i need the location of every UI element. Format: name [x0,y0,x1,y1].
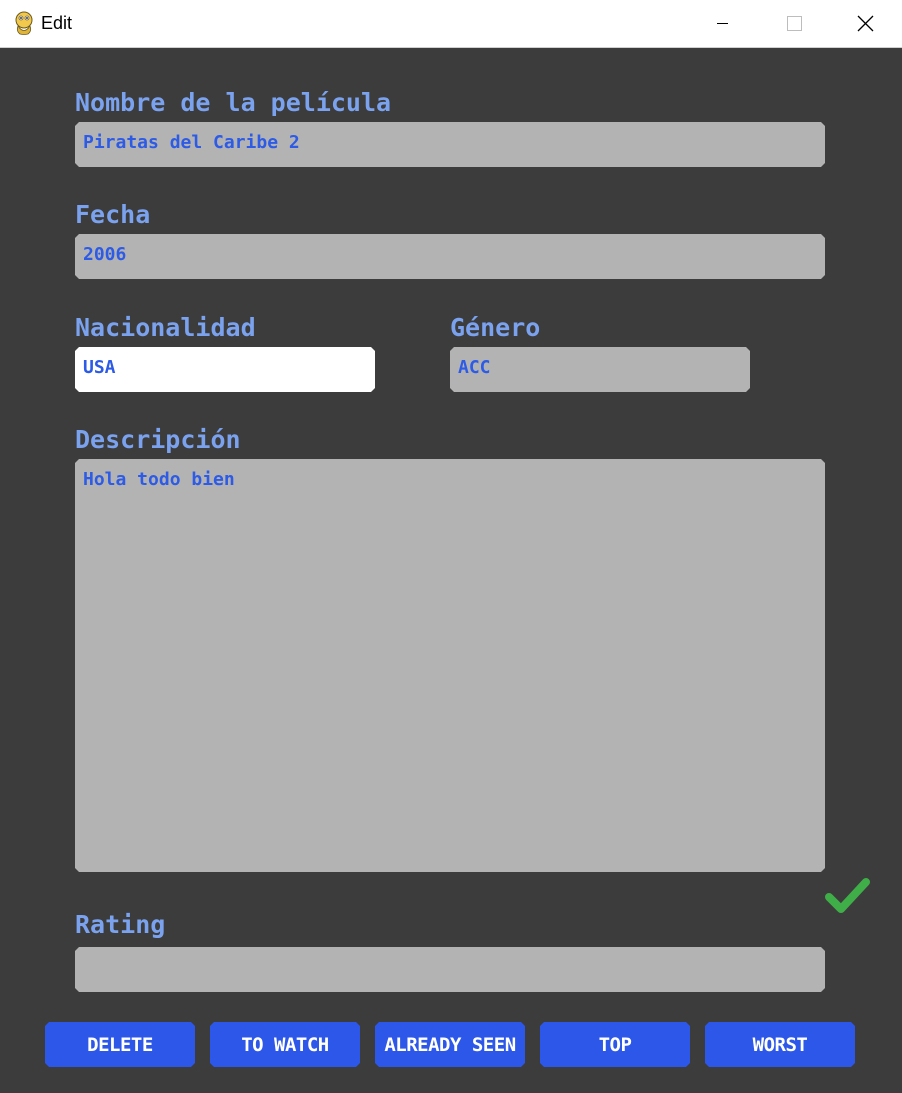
maximize-icon [787,16,802,31]
already-seen-button[interactable]: ALREADY SEEN [375,1022,525,1067]
checkmark-icon[interactable] [825,877,870,914]
window-title: Edit [41,13,73,33]
description-textarea[interactable]: Hola todo bien [75,459,825,872]
movie-name-input[interactable]: Piratas del Caribe 2 [75,122,825,167]
top-button[interactable]: TOP [540,1022,690,1067]
close-icon [857,15,874,32]
genre-input[interactable]: ACC [450,347,750,392]
description-label: Descripción [75,425,241,454]
date-label: Fecha [75,200,151,229]
title-bar: Edit [0,0,902,48]
nationality-label: Nacionalidad [75,313,256,342]
rating-label: Rating [75,910,166,939]
minimize-icon [717,23,728,24]
worst-button[interactable]: WORST [705,1022,855,1067]
to-watch-button[interactable]: TO WATCH [210,1022,360,1067]
delete-button[interactable]: DELETE [45,1022,195,1067]
nationality-input[interactable]: USA [75,347,375,392]
close-button[interactable] [830,0,900,47]
rating-input[interactable] [75,947,825,992]
genre-label: Género [450,313,541,342]
python-snake-icon [15,11,33,35]
minimize-button[interactable] [692,0,762,47]
date-input[interactable]: 2006 [75,234,825,279]
maximize-button[interactable] [760,0,830,47]
movie-name-label: Nombre de la película [75,88,392,117]
